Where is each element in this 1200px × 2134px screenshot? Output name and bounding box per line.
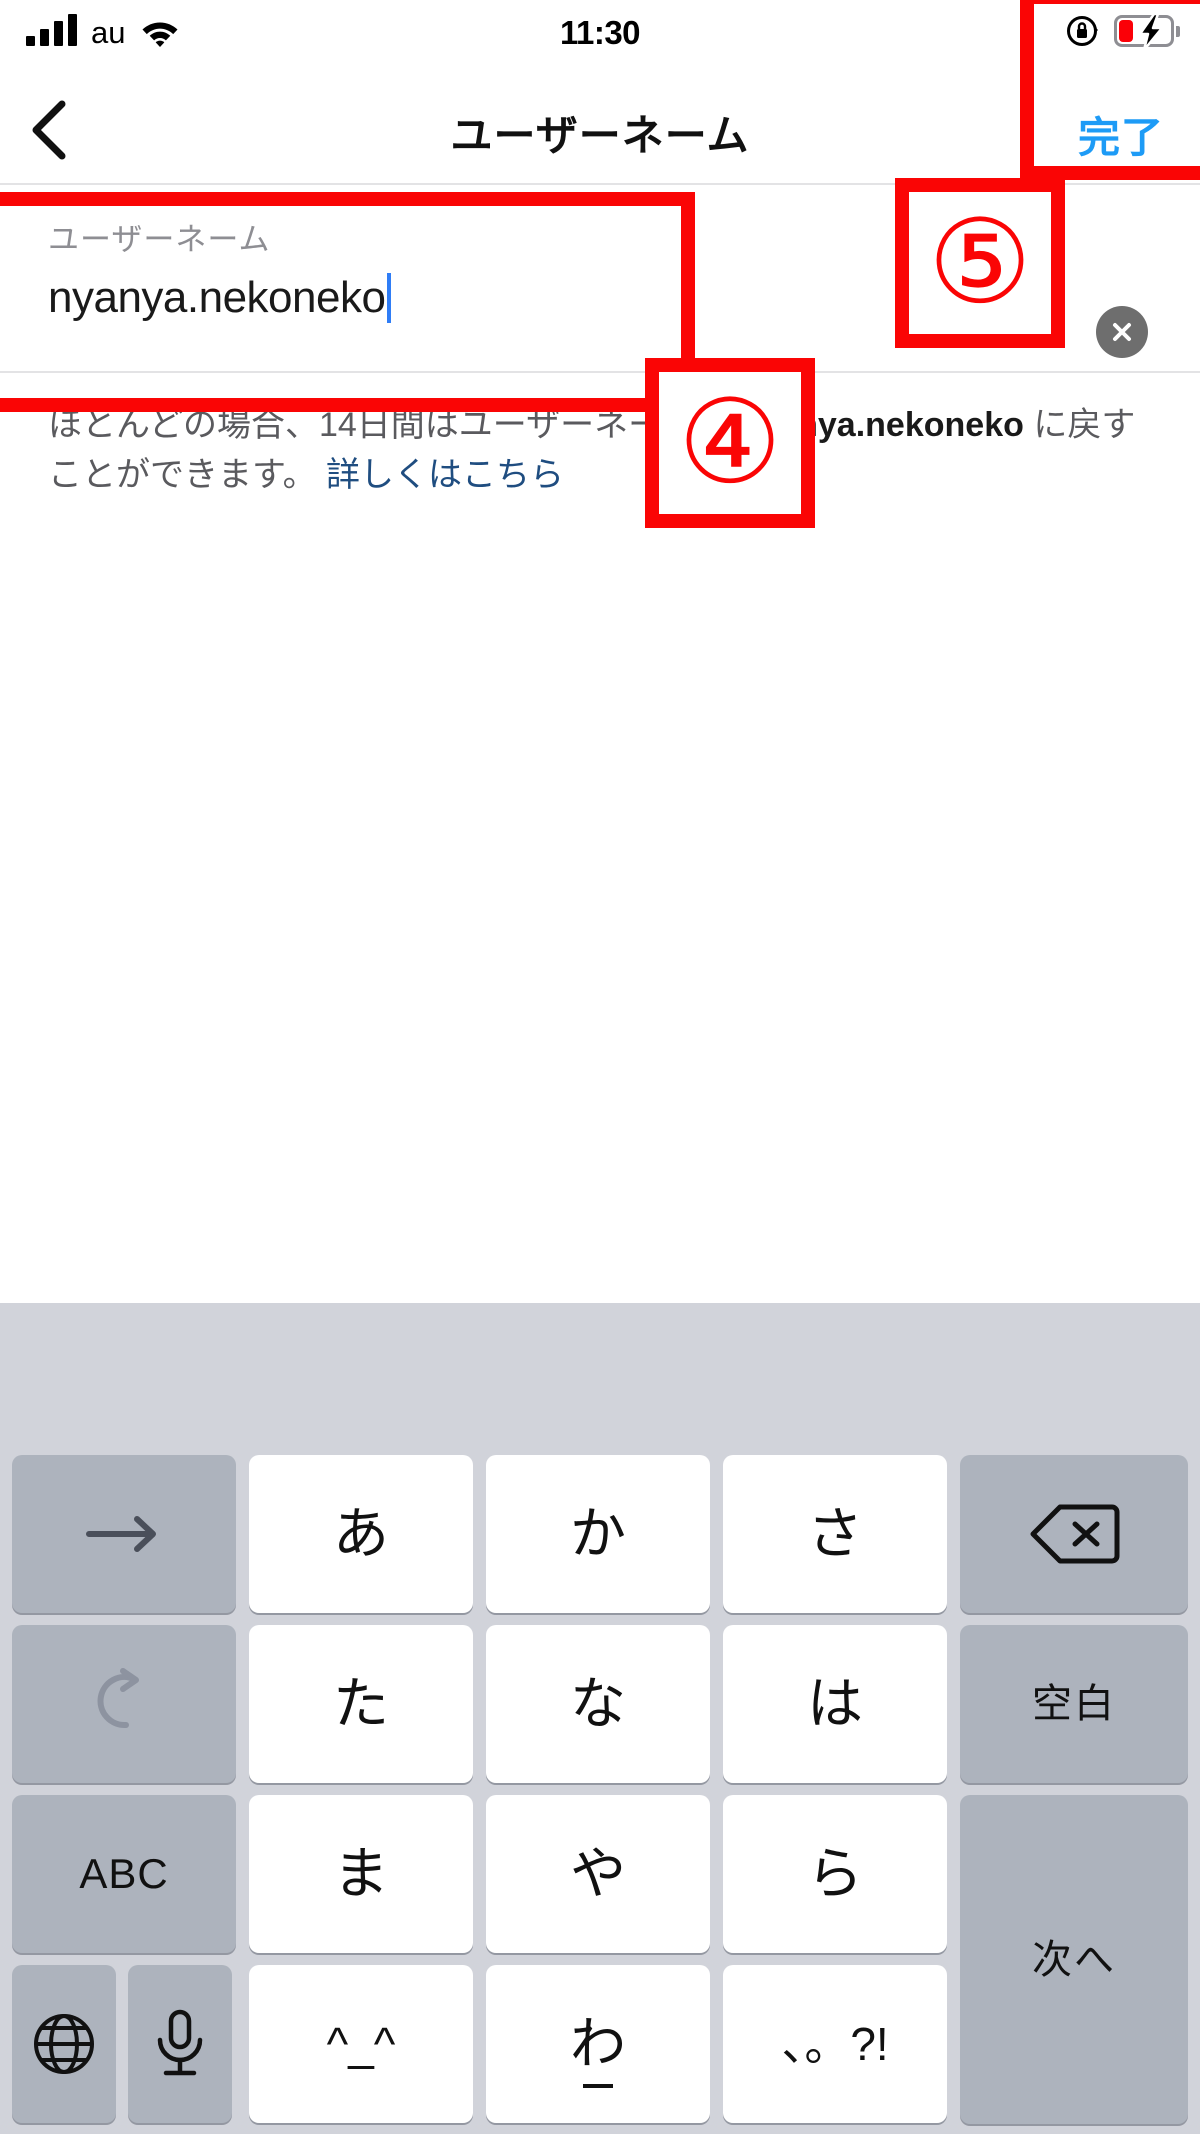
key-label: ら: [807, 1842, 863, 1905]
key-a-row[interactable]: あ: [249, 1455, 473, 1613]
keyboard-grid: あ か さ た な は 空白 ABC ま や ら 次へ ^_^ わ 、。?!: [0, 1455, 1200, 2134]
key-label: さ: [807, 1502, 863, 1565]
key-label: た: [333, 1672, 389, 1735]
key-ta-row[interactable]: た: [249, 1625, 473, 1783]
key-label: 次へ: [1032, 1937, 1116, 1982]
annotation-box-input: [0, 192, 695, 412]
globe-icon: [34, 2014, 94, 2074]
key-label: や: [570, 1842, 626, 1905]
clear-text-button[interactable]: [1096, 306, 1148, 358]
key-abc[interactable]: ABC: [12, 1795, 236, 1953]
key-backspace[interactable]: [960, 1455, 1188, 1613]
key-label: ABC: [79, 1850, 169, 1897]
key-undo[interactable]: [12, 1625, 236, 1783]
key-label: わ: [570, 2012, 626, 2075]
key-ma-row[interactable]: ま: [249, 1795, 473, 1953]
key-ka-row[interactable]: か: [486, 1455, 710, 1613]
key-label-wrap: わ: [570, 2016, 626, 2088]
key-label: か: [570, 1502, 626, 1565]
key-label: あ: [333, 1502, 389, 1565]
annotation-marker-4: ④: [678, 375, 782, 510]
username-revert-note: ほとんどの場合、14日間はユーザーネームを nyanya.nekoneko に戻…: [48, 400, 1148, 500]
undo-icon: [97, 1668, 139, 1729]
key-label: 空白: [1032, 1682, 1116, 1726]
key-ya-row[interactable]: や: [486, 1795, 710, 1953]
learn-more-link[interactable]: 詳しくはこちら: [326, 456, 564, 494]
software-keyboard: あ か さ た な は 空白 ABC ま や ら 次へ ^_^ わ 、。?!: [0, 1303, 1200, 2134]
arrow-right-icon: [86, 1516, 156, 1552]
key-arrow-right[interactable]: [12, 1455, 236, 1613]
key-na-row[interactable]: な: [486, 1625, 710, 1783]
microphone-icon: [157, 2009, 203, 2076]
clear-circle-x-icon: [1113, 323, 1131, 341]
key-emoticon[interactable]: ^_^: [249, 1965, 473, 2123]
key-ra-row[interactable]: ら: [723, 1795, 947, 1953]
key-label: ま: [333, 1842, 389, 1905]
key-space[interactable]: 空白: [960, 1625, 1188, 1783]
key-label: ^_^: [326, 2018, 396, 2070]
key-punctuation[interactable]: 、。?!: [723, 1965, 947, 2123]
key-label: な: [570, 1672, 626, 1735]
key-label: は: [807, 1672, 863, 1735]
annotation-marker-5: ⑤: [928, 195, 1032, 330]
key-microphone[interactable]: [128, 1965, 232, 2123]
backspace-icon: [1030, 1504, 1120, 1564]
phone-screen: au 11:30 ユーザーネーム 完了 ユーザーネーム nyanya.nekon…: [0, 0, 1200, 2134]
underscore-mark: [583, 2084, 613, 2088]
annotation-box-done: [1020, 0, 1200, 180]
key-globe[interactable]: [12, 1965, 116, 2123]
key-wa-row[interactable]: わ: [486, 1965, 710, 2123]
key-ha-row[interactable]: は: [723, 1625, 947, 1783]
key-label: 、。?!: [781, 2018, 889, 2070]
key-sa-row[interactable]: さ: [723, 1455, 947, 1613]
key-next[interactable]: 次へ: [960, 1795, 1188, 2124]
